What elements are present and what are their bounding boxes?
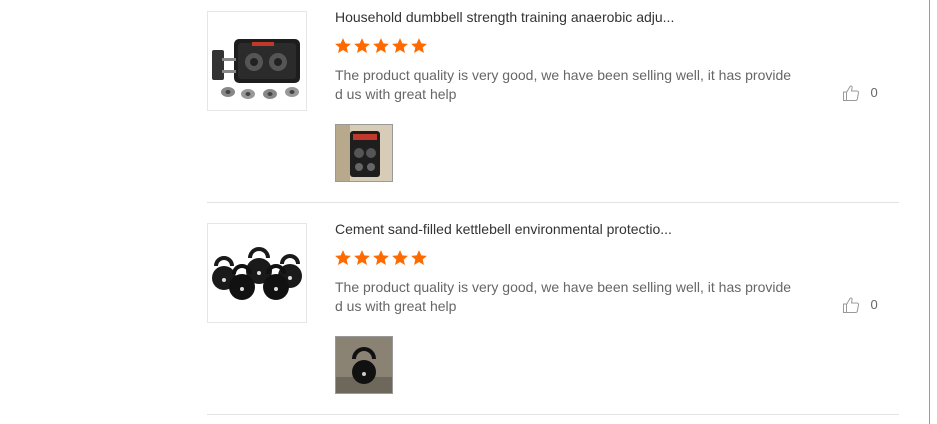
product-title[interactable]: Cement sand-filled kettlebell environmen…: [335, 221, 695, 237]
like-count: 0: [870, 297, 878, 312]
review-photo[interactable]: [335, 124, 393, 182]
like-count: 0: [870, 85, 878, 100]
review-item: Cement sand-filled kettlebell environmen…: [207, 212, 899, 424]
star-icon: [335, 38, 351, 53]
star-icon: [373, 250, 389, 265]
product-title[interactable]: Household dumbbell strength training ana…: [335, 9, 695, 25]
review-divider: [207, 414, 899, 415]
star-icon: [411, 250, 427, 265]
like-button[interactable]: 0: [842, 84, 878, 106]
thumbs-up-icon: [843, 297, 860, 313]
star-icon: [392, 250, 408, 265]
star-icon: [335, 250, 351, 265]
review-comment: The product quality is very good, we hav…: [335, 66, 792, 104]
thumbs-up-icon: [843, 85, 860, 101]
review-comment-line: The product quality is very good, we hav…: [335, 67, 792, 83]
like-button[interactable]: 0: [842, 296, 878, 318]
star-icon: [354, 38, 370, 53]
review-comment-line: d us with great help: [335, 86, 457, 102]
product-thumbnail[interactable]: [207, 11, 307, 111]
review-comment: The product quality is very good, we hav…: [335, 278, 792, 316]
review-item: Household dumbbell strength training ana…: [207, 0, 899, 212]
product-thumbnail[interactable]: [207, 223, 307, 323]
review-comment-line: The product quality is very good, we hav…: [335, 279, 792, 295]
scrollbar-edge: [929, 0, 930, 424]
review-divider: [207, 202, 899, 203]
star-rating: [334, 37, 429, 57]
star-icon: [354, 250, 370, 265]
review-photo[interactable]: [335, 336, 393, 394]
star-icon: [392, 38, 408, 53]
star-icon: [373, 38, 389, 53]
star-icon: [411, 38, 427, 53]
review-comment-line: d us with great help: [335, 298, 457, 314]
star-rating: [334, 249, 429, 269]
